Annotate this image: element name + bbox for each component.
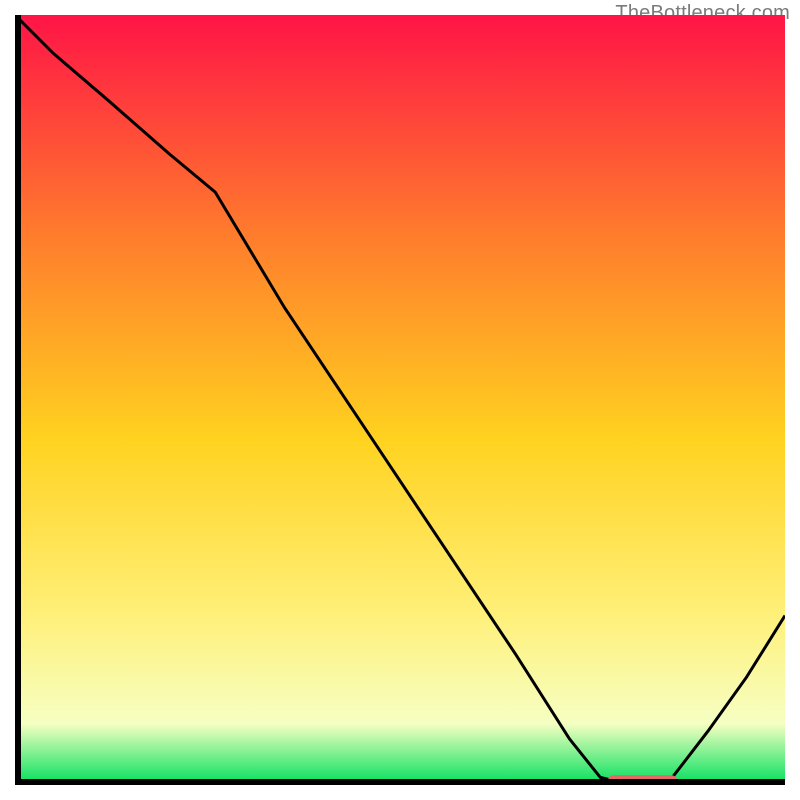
- chart-stage: TheBottleneck.com: [0, 0, 800, 800]
- x-axis: [15, 779, 785, 785]
- bottleneck-curve: [15, 15, 785, 785]
- chart-lines: [15, 15, 785, 785]
- y-axis: [15, 15, 21, 785]
- plot-area: [15, 15, 785, 785]
